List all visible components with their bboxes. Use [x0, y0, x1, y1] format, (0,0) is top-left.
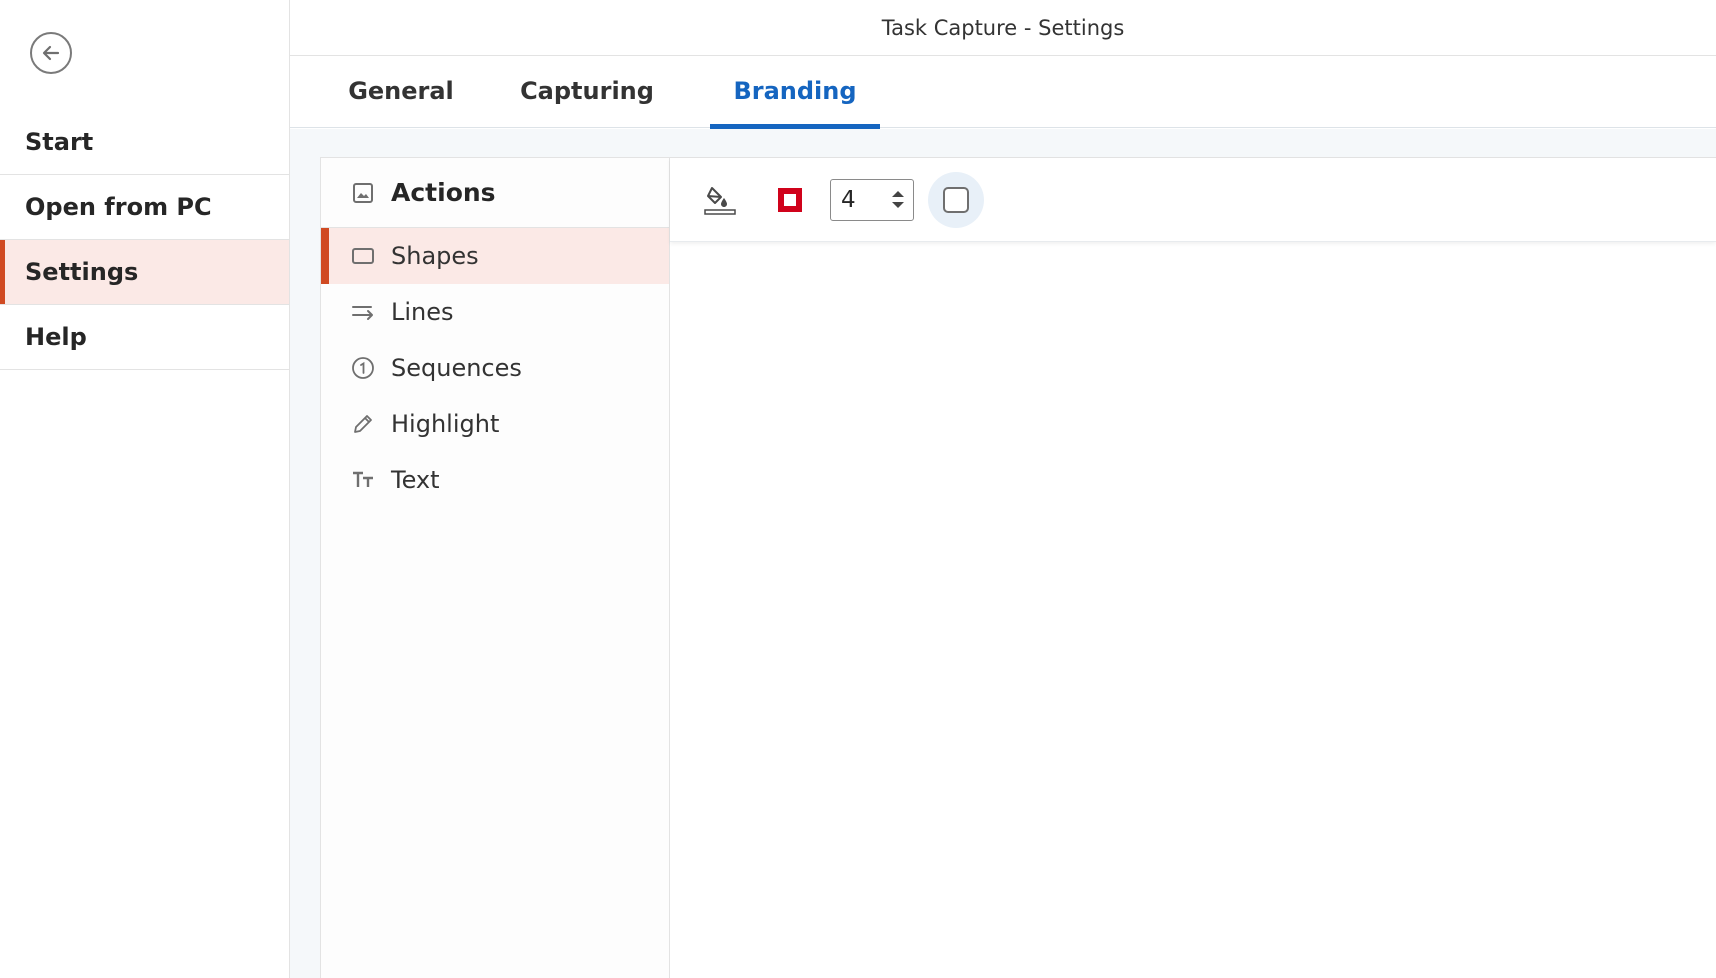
image-icon	[351, 181, 375, 205]
shape-toolbar: 4	[670, 158, 1716, 242]
action-item-highlight[interactable]: Highlight	[321, 396, 669, 452]
action-item-label: Shapes	[391, 242, 479, 270]
tab-branding[interactable]: Branding	[710, 56, 880, 130]
actions-title: Actions	[391, 178, 496, 207]
sidebar-item-label: Settings	[25, 258, 139, 286]
chevron-up-icon	[892, 191, 904, 197]
arrow-lines-icon	[351, 300, 375, 324]
shadow-toggle[interactable]	[928, 171, 984, 228]
editor-area: 4	[670, 157, 1716, 978]
action-item-text[interactable]: Text	[321, 452, 669, 508]
action-item-label: Highlight	[391, 410, 500, 438]
sidebar-item-label: Open from PC	[25, 193, 212, 221]
fill-color-button[interactable]	[700, 180, 740, 220]
actions-panel: Actions Shapes Lines Sequences Highlight…	[320, 157, 670, 978]
rectangle-icon	[351, 244, 375, 268]
sidebar: Start Open from PC Settings Help	[0, 0, 290, 978]
border-width-stepper[interactable]: 4	[830, 178, 914, 221]
action-item-shapes[interactable]: Shapes	[321, 228, 669, 284]
border-color-button[interactable]	[770, 180, 810, 220]
actions-header: Actions	[321, 158, 669, 228]
action-item-label: Sequences	[391, 354, 522, 382]
pencil-icon	[351, 412, 375, 436]
action-item-label: Text	[391, 466, 440, 494]
numbered-circle-icon	[351, 356, 375, 380]
tab-general[interactable]: General	[346, 56, 456, 126]
sidebar-nav: Start Open from PC Settings Help	[0, 110, 289, 370]
shadow-checkbox[interactable]	[943, 186, 969, 213]
action-item-lines[interactable]: Lines	[321, 284, 669, 340]
sidebar-item-settings[interactable]: Settings	[0, 240, 289, 305]
sidebar-item-label: Start	[25, 128, 94, 156]
action-item-sequences[interactable]: Sequences	[321, 340, 669, 396]
window-title: Task Capture - Settings	[290, 0, 1716, 56]
settings-tabs: General Capturing Branding	[290, 56, 1716, 130]
chevron-down-icon	[892, 202, 904, 208]
action-item-label: Lines	[391, 298, 454, 326]
sidebar-item-help[interactable]: Help	[0, 305, 289, 370]
sidebar-item-open-from-pc[interactable]: Open from PC	[0, 175, 289, 240]
paint-bucket-icon	[704, 186, 736, 215]
sidebar-item-label: Help	[25, 323, 87, 351]
tab-capturing[interactable]: Capturing	[520, 56, 654, 126]
stepper-arrows[interactable]	[891, 190, 905, 209]
text-size-icon	[351, 468, 375, 492]
app-window: Start Open from PC Settings Help Task Ca…	[0, 0, 1716, 978]
arrow-left-circle-icon	[42, 45, 60, 61]
square-outline-icon	[778, 187, 802, 212]
border-width-value: 4	[841, 186, 856, 213]
sidebar-item-start[interactable]: Start	[0, 110, 289, 175]
back-button[interactable]	[30, 32, 72, 74]
